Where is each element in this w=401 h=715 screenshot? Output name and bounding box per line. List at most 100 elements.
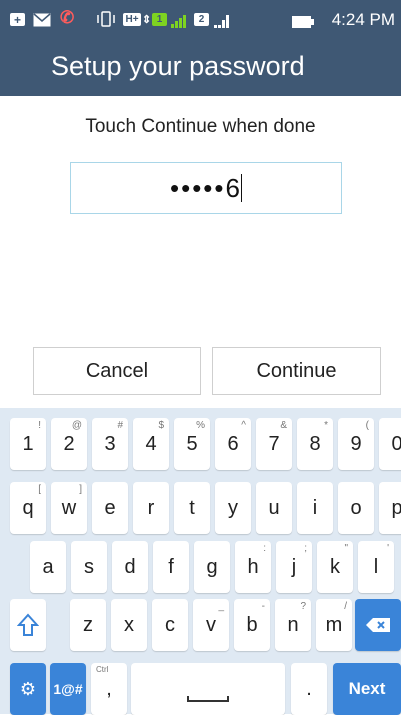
key-label: s <box>84 555 94 578</box>
keyboard: ⚙ 1@# Ctrl , . Next !1@2#3$4%5^6&7*8(9)0… <box>0 408 401 715</box>
key-secondary-label: ( <box>365 420 369 431</box>
key-0[interactable]: )0 <box>379 418 401 470</box>
key-k[interactable]: " k <box>317 541 353 593</box>
key-secondary-label: $ <box>158 420 164 431</box>
key-label: e <box>104 496 116 519</box>
key-secondary-label: ? <box>300 601 306 612</box>
key-i[interactable]: i <box>297 482 333 534</box>
key-secondary-label: - <box>261 601 265 612</box>
text-cursor <box>240 174 242 202</box>
key-9[interactable]: (9 <box>338 418 374 470</box>
data-arrows-icon: ⇕ <box>142 13 152 26</box>
key-label: o <box>350 496 362 519</box>
key-secondary-label: * <box>324 420 328 431</box>
key-label: 9 <box>350 432 362 455</box>
space-icon <box>187 696 229 702</box>
key-label: g <box>206 555 218 578</box>
key-g[interactable]: g <box>194 541 230 593</box>
key-5[interactable]: % 5 <box>174 418 210 470</box>
signal-icon <box>214 12 229 28</box>
key-label: f <box>168 555 174 578</box>
key-j[interactable]: ; j <box>276 541 312 593</box>
comma-key[interactable]: Ctrl , <box>91 663 127 715</box>
key-y[interactable]: y <box>215 482 251 534</box>
symbols-key[interactable]: 1@# <box>50 663 86 715</box>
key-n[interactable]: ? n <box>275 599 311 651</box>
key-l[interactable]: ' l <box>358 541 394 593</box>
password-field[interactable]: ••••• 6 <box>70 162 342 214</box>
key-p[interactable]: +p <box>379 482 401 534</box>
key-secondary-label: ^ <box>241 420 246 431</box>
key-v[interactable]: _ v <box>193 599 229 651</box>
mail-icon <box>33 12 51 28</box>
key-z[interactable]: z <box>70 599 106 651</box>
gear-icon: ⚙ <box>19 678 37 699</box>
key-label: 3 <box>104 432 116 455</box>
key-secondary-label: @ <box>71 420 82 431</box>
key-label: p <box>391 496 401 519</box>
key-e[interactable]: e <box>92 482 128 534</box>
key-a[interactable]: a <box>30 541 66 593</box>
key-label: w <box>61 496 77 519</box>
key-7[interactable]: & 7 <box>256 418 292 470</box>
next-key[interactable]: Next <box>333 663 401 715</box>
key-h[interactable]: :h <box>235 541 271 593</box>
key-label: a <box>42 555 54 578</box>
key-u[interactable]: u <box>256 482 292 534</box>
period-key[interactable]: . <box>291 663 327 715</box>
key-label: k <box>330 555 340 578</box>
key-secondary-label: ; <box>304 543 307 554</box>
key-label: 5 <box>186 432 198 455</box>
key-x[interactable]: x <box>111 599 147 651</box>
key-d[interactable]: d <box>112 541 148 593</box>
key-label: 7 <box>268 432 280 455</box>
key-c[interactable]: c <box>152 599 188 651</box>
hplus-icon: H+ <box>123 13 141 26</box>
key-label: 0 <box>391 432 401 455</box>
key-q[interactable]: [q <box>10 482 46 534</box>
key-f[interactable]: f <box>153 541 189 593</box>
page-title: Setup your password <box>51 51 305 81</box>
cancel-button[interactable]: Cancel <box>33 347 201 395</box>
continue-button[interactable]: Continue <box>212 347 381 395</box>
shift-key[interactable] <box>10 599 46 651</box>
key-label: z <box>83 613 93 636</box>
space-key[interactable] <box>131 663 285 715</box>
vibrate-icon <box>96 11 116 27</box>
key-b[interactable]: -b <box>234 599 270 651</box>
comma-key-secondary: Ctrl <box>96 665 109 674</box>
key-label: 4 <box>145 432 157 455</box>
key-o[interactable]: o <box>338 482 374 534</box>
comma-key-label: , <box>106 677 112 700</box>
key-secondary-label: ] <box>79 484 82 495</box>
clock: 4:24 PM <box>331 10 395 29</box>
backspace-key[interactable] <box>355 599 401 651</box>
sim1-icon: 1 <box>152 13 167 26</box>
key-r[interactable]: r <box>133 482 169 534</box>
status-bar: + ✆ H+ ⇕ 1 2 4:24 PM <box>0 0 401 40</box>
settings-key[interactable]: ⚙ <box>10 663 46 715</box>
key-secondary-label: _ <box>218 601 224 612</box>
key-label: b <box>246 613 258 636</box>
sim2-icon: 2 <box>194 13 209 26</box>
key-2[interactable]: @2 <box>51 418 87 470</box>
key-4[interactable]: $4 <box>133 418 169 470</box>
key-6[interactable]: ^ 6 <box>215 418 251 470</box>
key-label: y <box>228 496 238 519</box>
key-8[interactable]: * 8 <box>297 418 333 470</box>
key-1[interactable]: ! 1 <box>10 418 46 470</box>
key-m[interactable]: / m <box>316 599 352 651</box>
key-label: x <box>124 613 134 636</box>
password-last-char: 6 <box>225 172 240 203</box>
key-w[interactable]: ] w <box>51 482 87 534</box>
key-t[interactable]: t <box>174 482 210 534</box>
key-secondary-label: [ <box>38 484 41 495</box>
key-s[interactable]: s <box>71 541 107 593</box>
key-3[interactable]: #3 <box>92 418 128 470</box>
signal-green-icon <box>171 12 186 28</box>
title-bar: Setup your password <box>0 40 401 96</box>
key-label: i <box>312 496 318 519</box>
key-secondary-label: % <box>196 420 205 431</box>
key-secondary-label: " <box>344 543 348 554</box>
key-label: q <box>22 496 34 519</box>
